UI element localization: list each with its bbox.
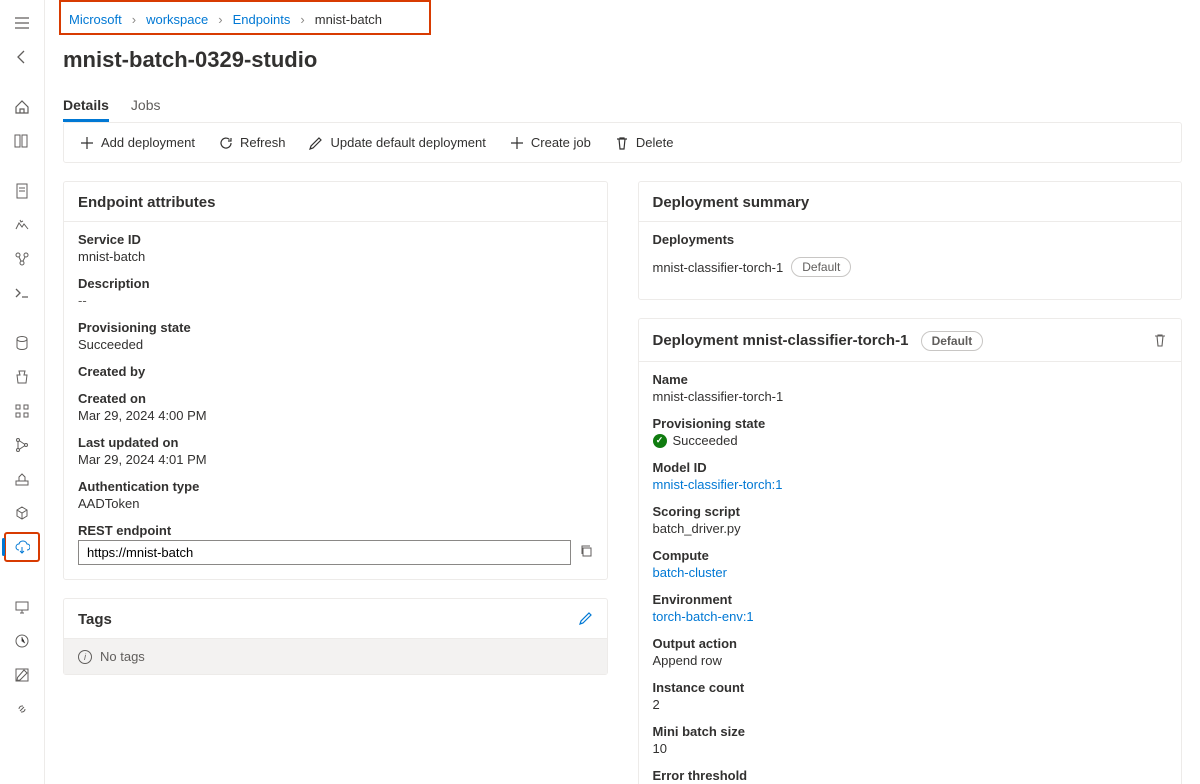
dep-name-value: mnist-classifier-torch-1 [653,389,1168,404]
info-icon: i [78,650,92,664]
breadcrumb: Microsoft › workspace › Endpoints › mnis… [59,0,431,35]
updated-on-label: Last updated on [78,435,593,450]
delete-button[interactable]: Delete [615,135,674,150]
update-default-label: Update default deployment [330,135,485,150]
dep-compute-value[interactable]: batch-cluster [653,565,1168,580]
dep-model-value[interactable]: mnist-classifier-torch:1 [653,477,1168,492]
monitor-icon[interactable] [4,626,40,656]
back-icon[interactable] [4,42,40,72]
add-deployment-button[interactable]: Add deployment [80,135,195,150]
default-badge: Default [921,331,984,351]
components-icon[interactable] [4,396,40,426]
dep-scoring-label: Scoring script [653,504,1168,519]
created-on-value: Mar 29, 2024 4:00 PM [78,408,593,423]
dep-instance-value: 2 [653,697,1168,712]
deployment-detail-title: Deployment mnist-classifier-torch-1 Defa… [653,331,984,351]
page-title: mnist-batch-0329-studio [63,47,1182,73]
create-job-label: Create job [531,135,591,150]
deployment-summary-card: Deployment summary Deployments mnist-cla… [638,181,1183,300]
left-sidebar [0,0,45,784]
breadcrumb-link-endpoints[interactable]: Endpoints [233,12,291,27]
service-id-value: mnist-batch [78,249,593,264]
deployment-summary-title: Deployment summary [639,182,1182,222]
automl-icon[interactable] [4,210,40,240]
auth-label: Authentication type [78,479,593,494]
created-on-label: Created on [78,391,593,406]
deployment-detail-card: Deployment mnist-classifier-torch-1 Defa… [638,318,1183,784]
hamburger-icon[interactable] [4,8,40,38]
updated-on-value: Mar 29, 2024 4:01 PM [78,452,593,467]
endpoints-icon[interactable] [4,532,40,562]
dep-env-label: Environment [653,592,1168,607]
rest-label: REST endpoint [78,523,593,538]
pipelines-icon[interactable] [4,430,40,460]
success-icon [653,434,667,448]
update-default-button[interactable]: Update default deployment [309,135,485,150]
delete-label: Delete [636,135,674,150]
main-content: Microsoft › workspace › Endpoints › mnis… [45,0,1200,784]
endpoint-attributes-card: Endpoint attributes Service ID mnist-bat… [63,181,608,580]
deployments-subtitle: Deployments [653,232,1168,247]
created-by-label: Created by [78,364,593,379]
dep-output-value: Append row [653,653,1168,668]
provisioning-label: Provisioning state [78,320,593,335]
tags-card: Tags i No tags [63,598,608,675]
prompt-icon[interactable] [4,278,40,308]
dep-name-label: Name [653,372,1168,387]
provisioning-value: Succeeded [78,337,593,352]
chevron-right-icon: › [300,12,304,27]
deployment-detail-name: mnist-classifier-torch-1 [743,332,909,349]
notebook-icon[interactable] [4,176,40,206]
dep-provisioning-label: Provisioning state [653,416,1168,431]
home-icon[interactable] [4,92,40,122]
dep-env-value[interactable]: torch-batch-env:1 [653,609,1168,624]
edit-tags-icon[interactable] [579,611,593,628]
dep-error-label: Error threshold [653,768,1168,783]
refresh-label: Refresh [240,135,286,150]
dep-minibatch-value: 10 [653,741,1168,756]
dep-output-label: Output action [653,636,1168,651]
add-deployment-label: Add deployment [101,135,195,150]
description-value: -- [78,293,593,308]
dep-instance-label: Instance count [653,680,1168,695]
tags-title: Tags [78,611,112,628]
dep-minibatch-label: Mini batch size [653,724,1168,739]
description-label: Description [78,276,593,291]
dep-scoring-value: batch_driver.py [653,521,1168,536]
dep-model-label: Model ID [653,460,1168,475]
deployment-detail-prefix: Deployment [653,332,739,349]
auth-value: AADToken [78,496,593,511]
deployment-summary-name: mnist-classifier-torch-1 [653,260,784,275]
copy-icon[interactable] [579,544,593,561]
delete-deployment-icon[interactable] [1153,333,1167,350]
catalog-icon[interactable] [4,126,40,156]
dep-compute-label: Compute [653,548,1168,563]
designer-icon[interactable] [4,244,40,274]
default-badge: Default [791,257,851,277]
breadcrumb-current: mnist-batch [315,12,382,27]
compute-icon[interactable] [4,592,40,622]
breadcrumb-link-microsoft[interactable]: Microsoft [69,12,122,27]
chevron-right-icon: › [132,12,136,27]
datalabel-icon[interactable] [4,660,40,690]
jobs-icon[interactable] [4,362,40,392]
create-job-button[interactable]: Create job [510,135,591,150]
tab-details[interactable]: Details [63,91,109,122]
environments-icon[interactable] [4,464,40,494]
service-id-label: Service ID [78,232,593,247]
tab-jobs[interactable]: Jobs [131,91,161,122]
endpoint-attributes-title: Endpoint attributes [64,182,607,222]
tabs: Details Jobs [63,91,1182,122]
refresh-button[interactable]: Refresh [219,135,286,150]
linked-icon[interactable] [4,694,40,724]
no-tags-text: No tags [100,649,145,664]
deployment-summary-item[interactable]: mnist-classifier-torch-1 Default [653,249,1168,285]
toolbar: Add deployment Refresh Update default de… [63,122,1182,163]
breadcrumb-link-workspace[interactable]: workspace [146,12,208,27]
rest-endpoint-input[interactable] [78,540,571,565]
dep-provisioning-value: Succeeded [673,433,738,448]
data-icon[interactable] [4,328,40,358]
chevron-right-icon: › [218,12,222,27]
models-icon[interactable] [4,498,40,528]
